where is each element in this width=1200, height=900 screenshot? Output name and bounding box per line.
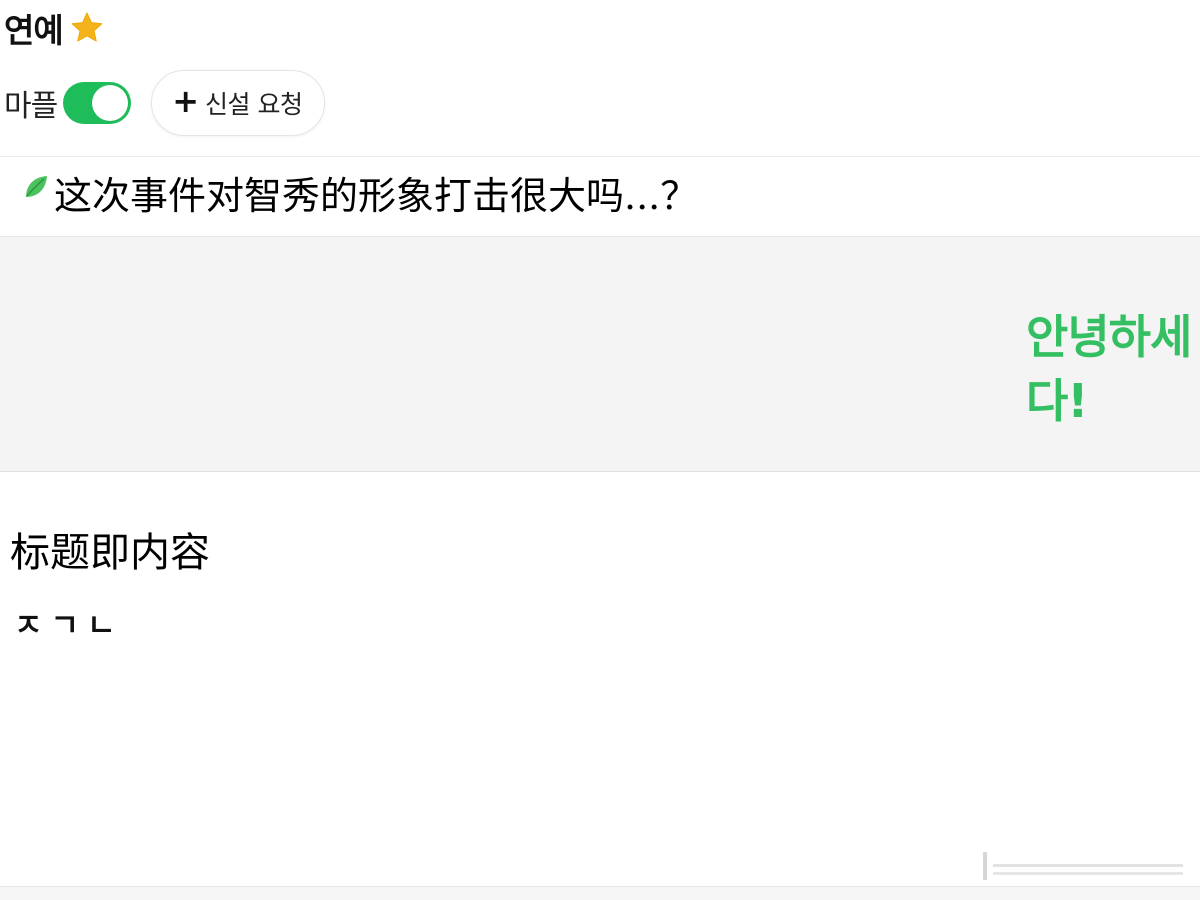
post-title-row[interactable]: 这次事件对智秀的形象打击很大吗...？: [0, 156, 1200, 236]
post-title: 这次事件对智秀的形象打击很大吗...？: [54, 174, 699, 218]
star-icon[interactable]: [69, 10, 105, 46]
leaf-icon: [22, 173, 50, 201]
page: 연예 마플 + 신설 요청 这次事件对智秀的形象打击很大吗...？ 안녕하세 다…: [0, 0, 1200, 900]
bottom-divider: [0, 886, 1200, 900]
watermark-graphic: [983, 852, 1183, 880]
toggle-label: 마플: [4, 89, 58, 124]
greeting-text: 안녕하세 다!: [1026, 305, 1200, 433]
greeting-line-1: 안녕하세: [1026, 310, 1192, 364]
post-body-text: 标题即内容: [10, 530, 210, 576]
mapple-toggle[interactable]: [63, 82, 132, 124]
request-new-board-button[interactable]: + 신설 요청: [151, 70, 326, 136]
greeting-banner: 안녕하세 다!: [0, 236, 1200, 472]
board-header: 연예: [4, 6, 105, 50]
plus-icon: +: [172, 82, 200, 120]
request-button-label: 신설 요청: [205, 90, 303, 119]
toggle-knob: [92, 85, 129, 121]
post-body-sub: ㅈㄱㄴ: [14, 608, 124, 644]
greeting-line-2: 다!: [1026, 374, 1088, 428]
controls-row: 마플 + 신설 요청: [0, 68, 326, 138]
board-title[interactable]: 연예: [4, 4, 64, 52]
